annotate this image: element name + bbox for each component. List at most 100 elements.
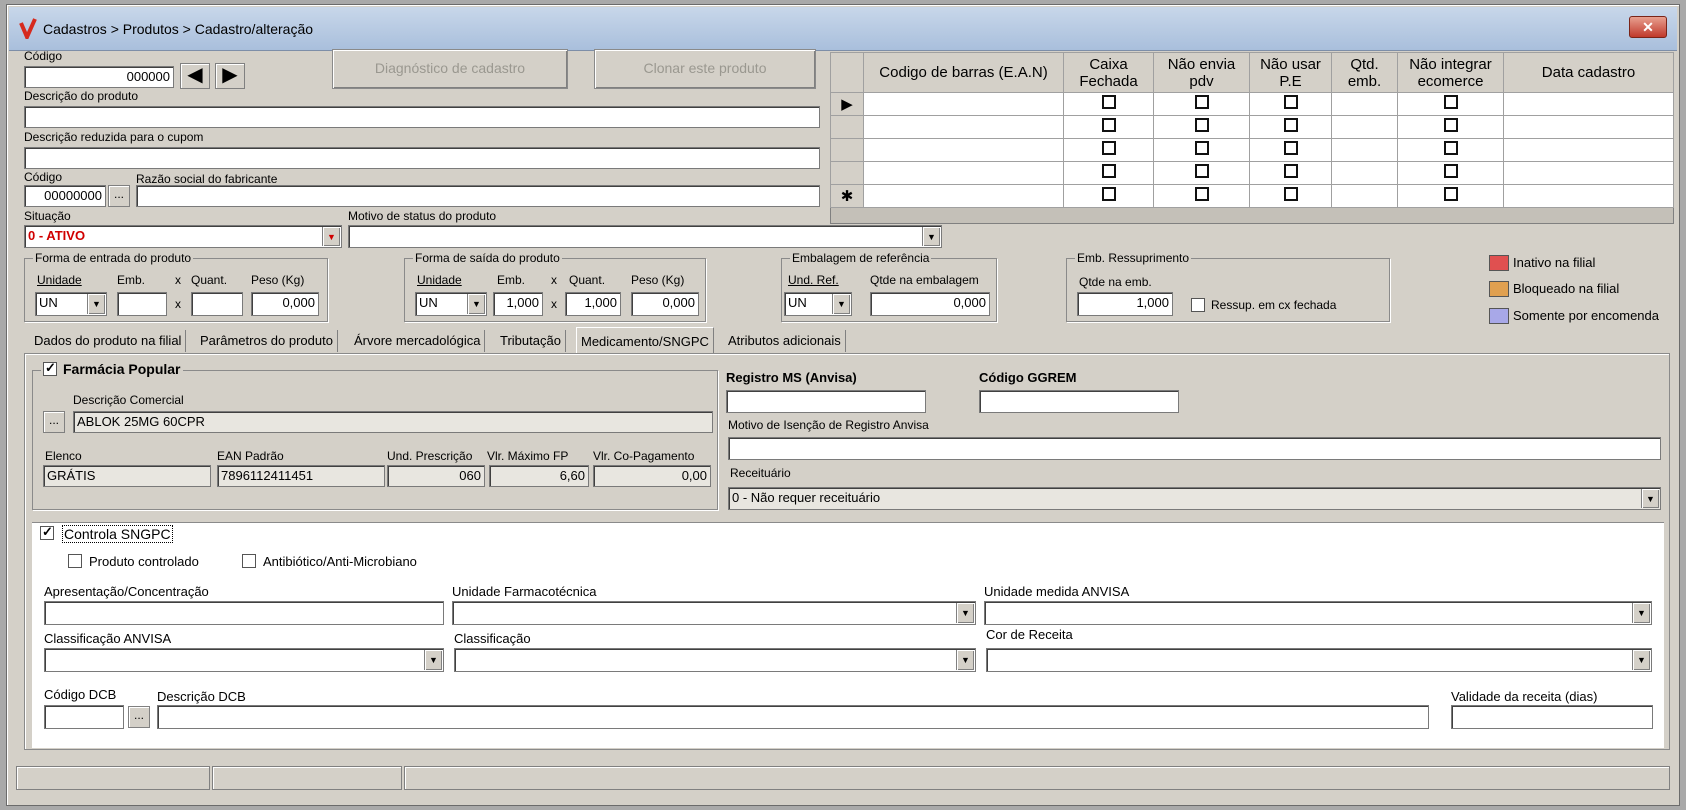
tab-parametros[interactable]: Parâmetros do produto [196, 330, 338, 352]
fabricante-codigo-input[interactable]: 00000000 [24, 185, 106, 207]
nao-envia-checkbox[interactable] [1194, 141, 1209, 155]
nao-integrar-checkbox[interactable] [1443, 187, 1458, 201]
motivo-isencao-input[interactable] [728, 437, 1661, 460]
saida-peso-input[interactable]: 0,000 [631, 292, 699, 316]
entrada-emb-input[interactable] [117, 292, 167, 316]
caixa-checkbox[interactable] [1101, 187, 1116, 201]
ressup-cx-fechada-checkbox[interactable] [1191, 298, 1205, 312]
chevron-down-icon[interactable]: ▼ [1641, 489, 1659, 508]
grid-header-data[interactable]: Data cadastro [1503, 52, 1674, 93]
nao-usar-checkbox[interactable] [1283, 141, 1298, 155]
nao-usar-checkbox[interactable] [1283, 187, 1298, 201]
grid-header-nao-usar[interactable]: Não usar P.E [1249, 52, 1332, 93]
nao-integrar-checkbox[interactable] [1443, 141, 1458, 155]
nao-envia-checkbox[interactable] [1194, 95, 1209, 109]
chevron-down-icon[interactable]: ▼ [322, 227, 340, 246]
descricao-dcb-input[interactable] [157, 705, 1429, 729]
farmacia-search-button[interactable]: ... [43, 411, 65, 433]
codigo-dcb-input[interactable] [44, 705, 124, 729]
table-row[interactable]: ✱ [830, 184, 1674, 208]
produto-controlado-checkbox[interactable] [68, 554, 82, 568]
nao-usar-checkbox[interactable] [1283, 95, 1298, 109]
sngpc-checkbox[interactable] [40, 524, 54, 540]
chevron-down-icon[interactable]: ▼ [1632, 650, 1650, 670]
codigo-input[interactable]: 000000 [24, 66, 174, 88]
registro-ms-input[interactable] [726, 390, 926, 413]
unidade-anvisa-select[interactable]: ▼ [984, 601, 1652, 625]
clonar-button[interactable]: Clonar este produto [594, 49, 816, 89]
caixa-checkbox[interactable] [1101, 164, 1116, 178]
nao-usar-checkbox[interactable] [1283, 164, 1298, 178]
nao-envia-checkbox[interactable] [1194, 187, 1209, 201]
entrada-peso-input[interactable]: 0,000 [251, 292, 319, 316]
saida-emb-input[interactable]: 1,000 [493, 292, 543, 316]
chevron-down-icon[interactable]: ▼ [1632, 603, 1650, 623]
ean-grid[interactable]: Codigo de barras (E.A.N) Caixa Fechada N… [830, 52, 1674, 208]
diagnostico-button[interactable]: Diagnóstico de cadastro [332, 49, 568, 89]
nao-usar-checkbox[interactable] [1283, 118, 1298, 132]
farmacia-checkbox[interactable] [43, 360, 57, 376]
chevron-down-icon[interactable]: ▼ [922, 227, 940, 246]
dcb-search-button[interactable]: ... [128, 706, 150, 728]
ean-padrao-input[interactable]: 7896112411451 [217, 465, 385, 487]
elenco-input[interactable]: GRÁTIS [43, 465, 211, 487]
grid-header-nao-envia[interactable]: Não envia pdv [1153, 52, 1250, 93]
saida-quant-input[interactable]: 1,000 [565, 292, 621, 316]
descricao-input[interactable] [24, 106, 820, 128]
chevron-down-icon[interactable]: ▼ [424, 650, 442, 670]
nao-integrar-checkbox[interactable] [1443, 118, 1458, 132]
chevron-down-icon[interactable]: ▼ [87, 294, 105, 314]
table-row[interactable]: ▶ [830, 92, 1674, 116]
descricao-reduzida-input[interactable] [24, 147, 820, 169]
descricao-comercial-input[interactable]: ABLOK 25MG 60CPR [73, 411, 713, 433]
situacao-select[interactable]: 0 - ATIVO ▼ [24, 225, 342, 248]
nao-envia-checkbox[interactable] [1194, 118, 1209, 132]
und-ref-select[interactable]: UN ▼ [784, 292, 852, 316]
chevron-down-icon[interactable]: ▼ [467, 294, 485, 314]
apresentacao-input[interactable] [44, 601, 444, 625]
tab-arvore[interactable]: Árvore mercadológica [350, 330, 486, 352]
next-arrow-icon[interactable]: ▶ [215, 63, 245, 89]
nao-integrar-checkbox[interactable] [1443, 95, 1458, 109]
unidade-farmacotecnica-select[interactable]: ▼ [452, 601, 976, 625]
razao-social-input[interactable] [136, 185, 820, 207]
und-prescricao-input[interactable]: 060 [387, 465, 485, 487]
chevron-down-icon[interactable]: ▼ [956, 650, 974, 670]
classificacao-anvisa-select[interactable]: ▼ [44, 648, 444, 672]
caixa-checkbox[interactable] [1101, 141, 1116, 155]
validade-receita-input[interactable] [1451, 705, 1653, 729]
tab-tributacao[interactable]: Tributação [496, 330, 566, 352]
nao-integrar-checkbox[interactable] [1443, 164, 1458, 178]
chevron-down-icon[interactable]: ▼ [956, 603, 974, 623]
tab-dados-filial[interactable]: Dados do produto na filial [30, 330, 187, 352]
grid-header-qtd[interactable]: Qtd. emb. [1331, 52, 1398, 93]
entrada-quant-input[interactable] [191, 292, 243, 316]
prev-arrow-icon[interactable]: ◀ [180, 63, 210, 89]
caixa-checkbox[interactable] [1101, 95, 1116, 109]
vlr-copagamento-input[interactable]: 0,00 [593, 465, 711, 487]
tab-atributos[interactable]: Atributos adicionais [724, 330, 846, 352]
close-button[interactable]: ✕ [1629, 16, 1667, 38]
ressup-qtde-input[interactable]: 1,000 [1077, 292, 1173, 316]
fabricante-search-button[interactable]: ... [108, 185, 130, 207]
caixa-checkbox[interactable] [1101, 118, 1116, 132]
cor-receita-select[interactable]: ▼ [986, 648, 1652, 672]
vlr-maximo-input[interactable]: 6,60 [489, 465, 589, 487]
antibiotico-checkbox[interactable] [242, 554, 256, 568]
nao-envia-checkbox[interactable] [1194, 164, 1209, 178]
tab-medicamento-sngpc[interactable]: Medicamento/SNGPC [576, 327, 714, 355]
table-row[interactable] [830, 138, 1674, 162]
table-row[interactable] [830, 115, 1674, 139]
grid-header-ean[interactable]: Codigo de barras (E.A.N) [863, 52, 1064, 93]
ggrem-input[interactable] [979, 390, 1179, 413]
grid-header-nao-integrar[interactable]: Não integrar ecomerce [1397, 52, 1504, 93]
saida-unidade-select[interactable]: UN ▼ [415, 292, 487, 316]
table-row[interactable] [830, 161, 1674, 185]
grid-header-caixa[interactable]: Caixa Fechada [1063, 52, 1154, 93]
qtde-embalagem-input[interactable]: 0,000 [870, 292, 990, 316]
entrada-unidade-select[interactable]: UN ▼ [35, 292, 107, 316]
classificacao-select[interactable]: ▼ [454, 648, 976, 672]
chevron-down-icon[interactable]: ▼ [832, 294, 850, 314]
receituario-select[interactable]: 0 - Não requer receituário ▼ [728, 487, 1661, 510]
motivo-status-select[interactable]: ▼ [348, 225, 942, 248]
